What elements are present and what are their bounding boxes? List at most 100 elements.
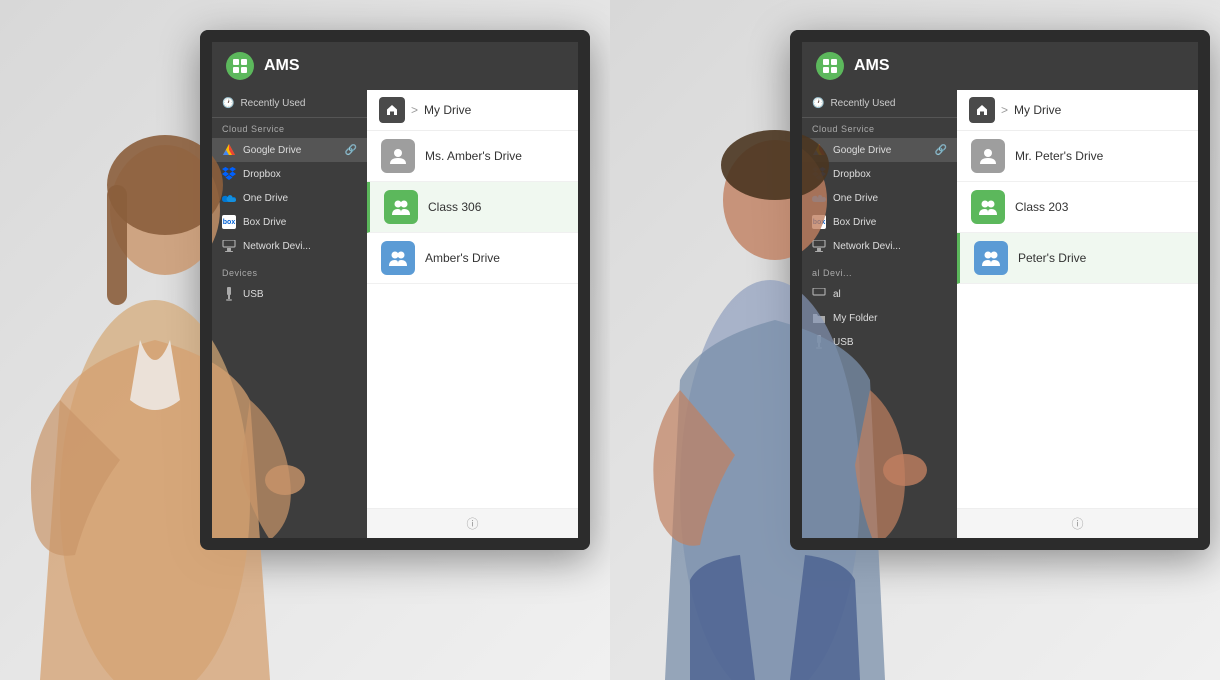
left-sidebar-onedrive[interactable]: One Drive — [212, 186, 367, 210]
left-box-icon: box — [222, 215, 236, 229]
right-file-list: Mr. Peter's Drive Class 2 — [957, 131, 1198, 508]
right-monitor: AMS 🕐 Recently Used Cloud Service — [790, 30, 1210, 550]
left-home-button[interactable] — [379, 97, 405, 123]
right-cloud-section: Cloud Service — [802, 118, 957, 138]
right-network-label: Network Devi... — [833, 241, 901, 252]
right-main-content: > My Drive — [957, 90, 1198, 538]
right-sidebar-dropbox[interactable]: Dropbox — [802, 162, 957, 186]
right-recently-used[interactable]: 🕐 Recently Used — [802, 90, 957, 118]
right-myfolder-label: My Folder — [833, 313, 877, 324]
left-sidebar: 🕐 Recently Used Cloud Service — [212, 90, 367, 538]
left-ams-logo — [226, 52, 254, 80]
right-file-icon-peter-teacher — [971, 139, 1005, 173]
left-cloud-section: Cloud Service — [212, 118, 367, 138]
right-sidebar-myfolder[interactable]: My Folder — [802, 306, 957, 330]
left-network-icon — [222, 239, 236, 253]
right-myfolder-icon — [812, 311, 826, 325]
right-google-label: Google Drive — [833, 145, 891, 156]
left-dropbox-label: Dropbox — [243, 169, 281, 180]
right-usb-label: USB — [833, 337, 854, 348]
right-network-icon — [812, 239, 826, 253]
left-network-label: Network Devi... — [243, 241, 311, 252]
right-ams-logo — [816, 52, 844, 80]
right-file-peters-drive[interactable]: Peter's Drive — [957, 233, 1198, 284]
right-ams-header: AMS — [802, 42, 1198, 90]
right-home-button[interactable] — [969, 97, 995, 123]
right-sidebar-network[interactable]: Network Devi... — [802, 234, 957, 258]
left-sidebar-google[interactable]: Google Drive 🔗 — [212, 138, 367, 162]
right-sidebar-onedrive[interactable]: One Drive — [802, 186, 957, 210]
left-google-icon — [222, 143, 236, 157]
left-usb-icon — [222, 287, 236, 301]
left-file-amber-teacher[interactable]: Ms. Amber's Drive — [367, 131, 578, 182]
left-panel: AMS 🕐 Recently Used Cloud Service — [0, 0, 610, 680]
right-breadcrumb: > My Drive — [957, 90, 1198, 131]
right-ams-title: AMS — [854, 57, 890, 75]
left-recently-used[interactable]: 🕐 Recently Used — [212, 90, 367, 118]
left-sidebar-box[interactable]: box Box Drive — [212, 210, 367, 234]
right-sidebar-usb[interactable]: USB — [802, 330, 957, 354]
right-sidebar: 🕐 Recently Used Cloud Service — [802, 90, 957, 538]
right-dropbox-icon — [812, 167, 826, 181]
right-clock-icon: 🕐 — [812, 98, 824, 109]
right-panel: AMS 🕐 Recently Used Cloud Service — [610, 0, 1220, 680]
right-info-icon: ⓘ — [1071, 515, 1083, 532]
left-onedrive-icon — [222, 191, 236, 205]
right-box-icon: box — [812, 215, 826, 229]
left-file-ambers-drive[interactable]: Amber's Drive — [367, 233, 578, 284]
left-devices-section: Devices — [212, 262, 367, 282]
left-file-icon-class306 — [384, 190, 418, 224]
right-sidebar-google[interactable]: Google Drive 🔗 — [802, 138, 957, 162]
left-usb-label: USB — [243, 289, 264, 300]
left-ams-header: AMS — [212, 42, 578, 90]
left-file-name-amber-teacher: Ms. Amber's Drive — [425, 149, 522, 163]
right-onedrive-label: One Drive — [833, 193, 878, 204]
right-file-icon-peters-drive — [974, 241, 1008, 275]
right-file-class203[interactable]: Class 203 — [957, 182, 1198, 233]
right-google-icon — [812, 143, 826, 157]
right-sidebar-al[interactable]: al — [802, 282, 957, 306]
left-sidebar-network[interactable]: Network Devi... — [212, 234, 367, 258]
right-file-icon-class203 — [971, 190, 1005, 224]
right-onedrive-icon — [812, 191, 826, 205]
left-ams-ui: AMS 🕐 Recently Used Cloud Service — [212, 42, 578, 538]
left-info-icon: ⓘ — [466, 515, 478, 532]
left-dropbox-icon — [222, 167, 236, 181]
left-file-name-class306: Class 306 — [428, 200, 481, 214]
right-file-name-peters-drive: Peter's Drive — [1018, 251, 1086, 265]
right-devices-section: al Devi... — [802, 262, 957, 282]
left-ams-title: AMS — [264, 57, 300, 75]
right-file-name-class203: Class 203 — [1015, 200, 1068, 214]
right-box-label: Box Drive — [833, 217, 876, 228]
right-info-bar: ⓘ — [957, 508, 1198, 538]
right-file-name-peter-teacher: Mr. Peter's Drive — [1015, 149, 1103, 163]
left-sidebar-dropbox[interactable]: Dropbox — [212, 162, 367, 186]
right-al-icon — [812, 287, 826, 301]
clock-icon: 🕐 — [222, 98, 234, 109]
right-breadcrumb-label: My Drive — [1014, 103, 1061, 117]
left-monitor: AMS 🕐 Recently Used Cloud Service — [200, 30, 590, 550]
left-sidebar-usb[interactable]: USB — [212, 282, 367, 306]
left-link-icon: 🔗 — [345, 145, 357, 156]
left-ams-body: 🕐 Recently Used Cloud Service — [212, 90, 578, 538]
right-dropbox-label: Dropbox — [833, 169, 871, 180]
left-info-bar: ⓘ — [367, 508, 578, 538]
right-link-icon: 🔗 — [935, 145, 947, 156]
left-file-icon-ambers-drive — [381, 241, 415, 275]
left-file-class306[interactable]: Class 306 — [367, 182, 578, 233]
left-breadcrumb: > My Drive — [367, 90, 578, 131]
left-file-list: Ms. Amber's Drive Class 3 — [367, 131, 578, 508]
left-file-name-ambers-drive: Amber's Drive — [425, 251, 500, 265]
right-sidebar-box[interactable]: box Box Drive — [802, 210, 957, 234]
left-box-label: Box Drive — [243, 217, 286, 228]
left-breadcrumb-arrow: > — [411, 103, 418, 117]
left-main-content: > My Drive — [367, 90, 578, 538]
right-usb-icon — [812, 335, 826, 349]
right-ams-body: 🕐 Recently Used Cloud Service — [802, 90, 1198, 538]
left-onedrive-label: One Drive — [243, 193, 288, 204]
right-ams-ui: AMS 🕐 Recently Used Cloud Service — [802, 42, 1198, 538]
left-google-label: Google Drive — [243, 145, 301, 156]
left-breadcrumb-label: My Drive — [424, 103, 471, 117]
right-breadcrumb-arrow: > — [1001, 103, 1008, 117]
right-file-peter-teacher[interactable]: Mr. Peter's Drive — [957, 131, 1198, 182]
